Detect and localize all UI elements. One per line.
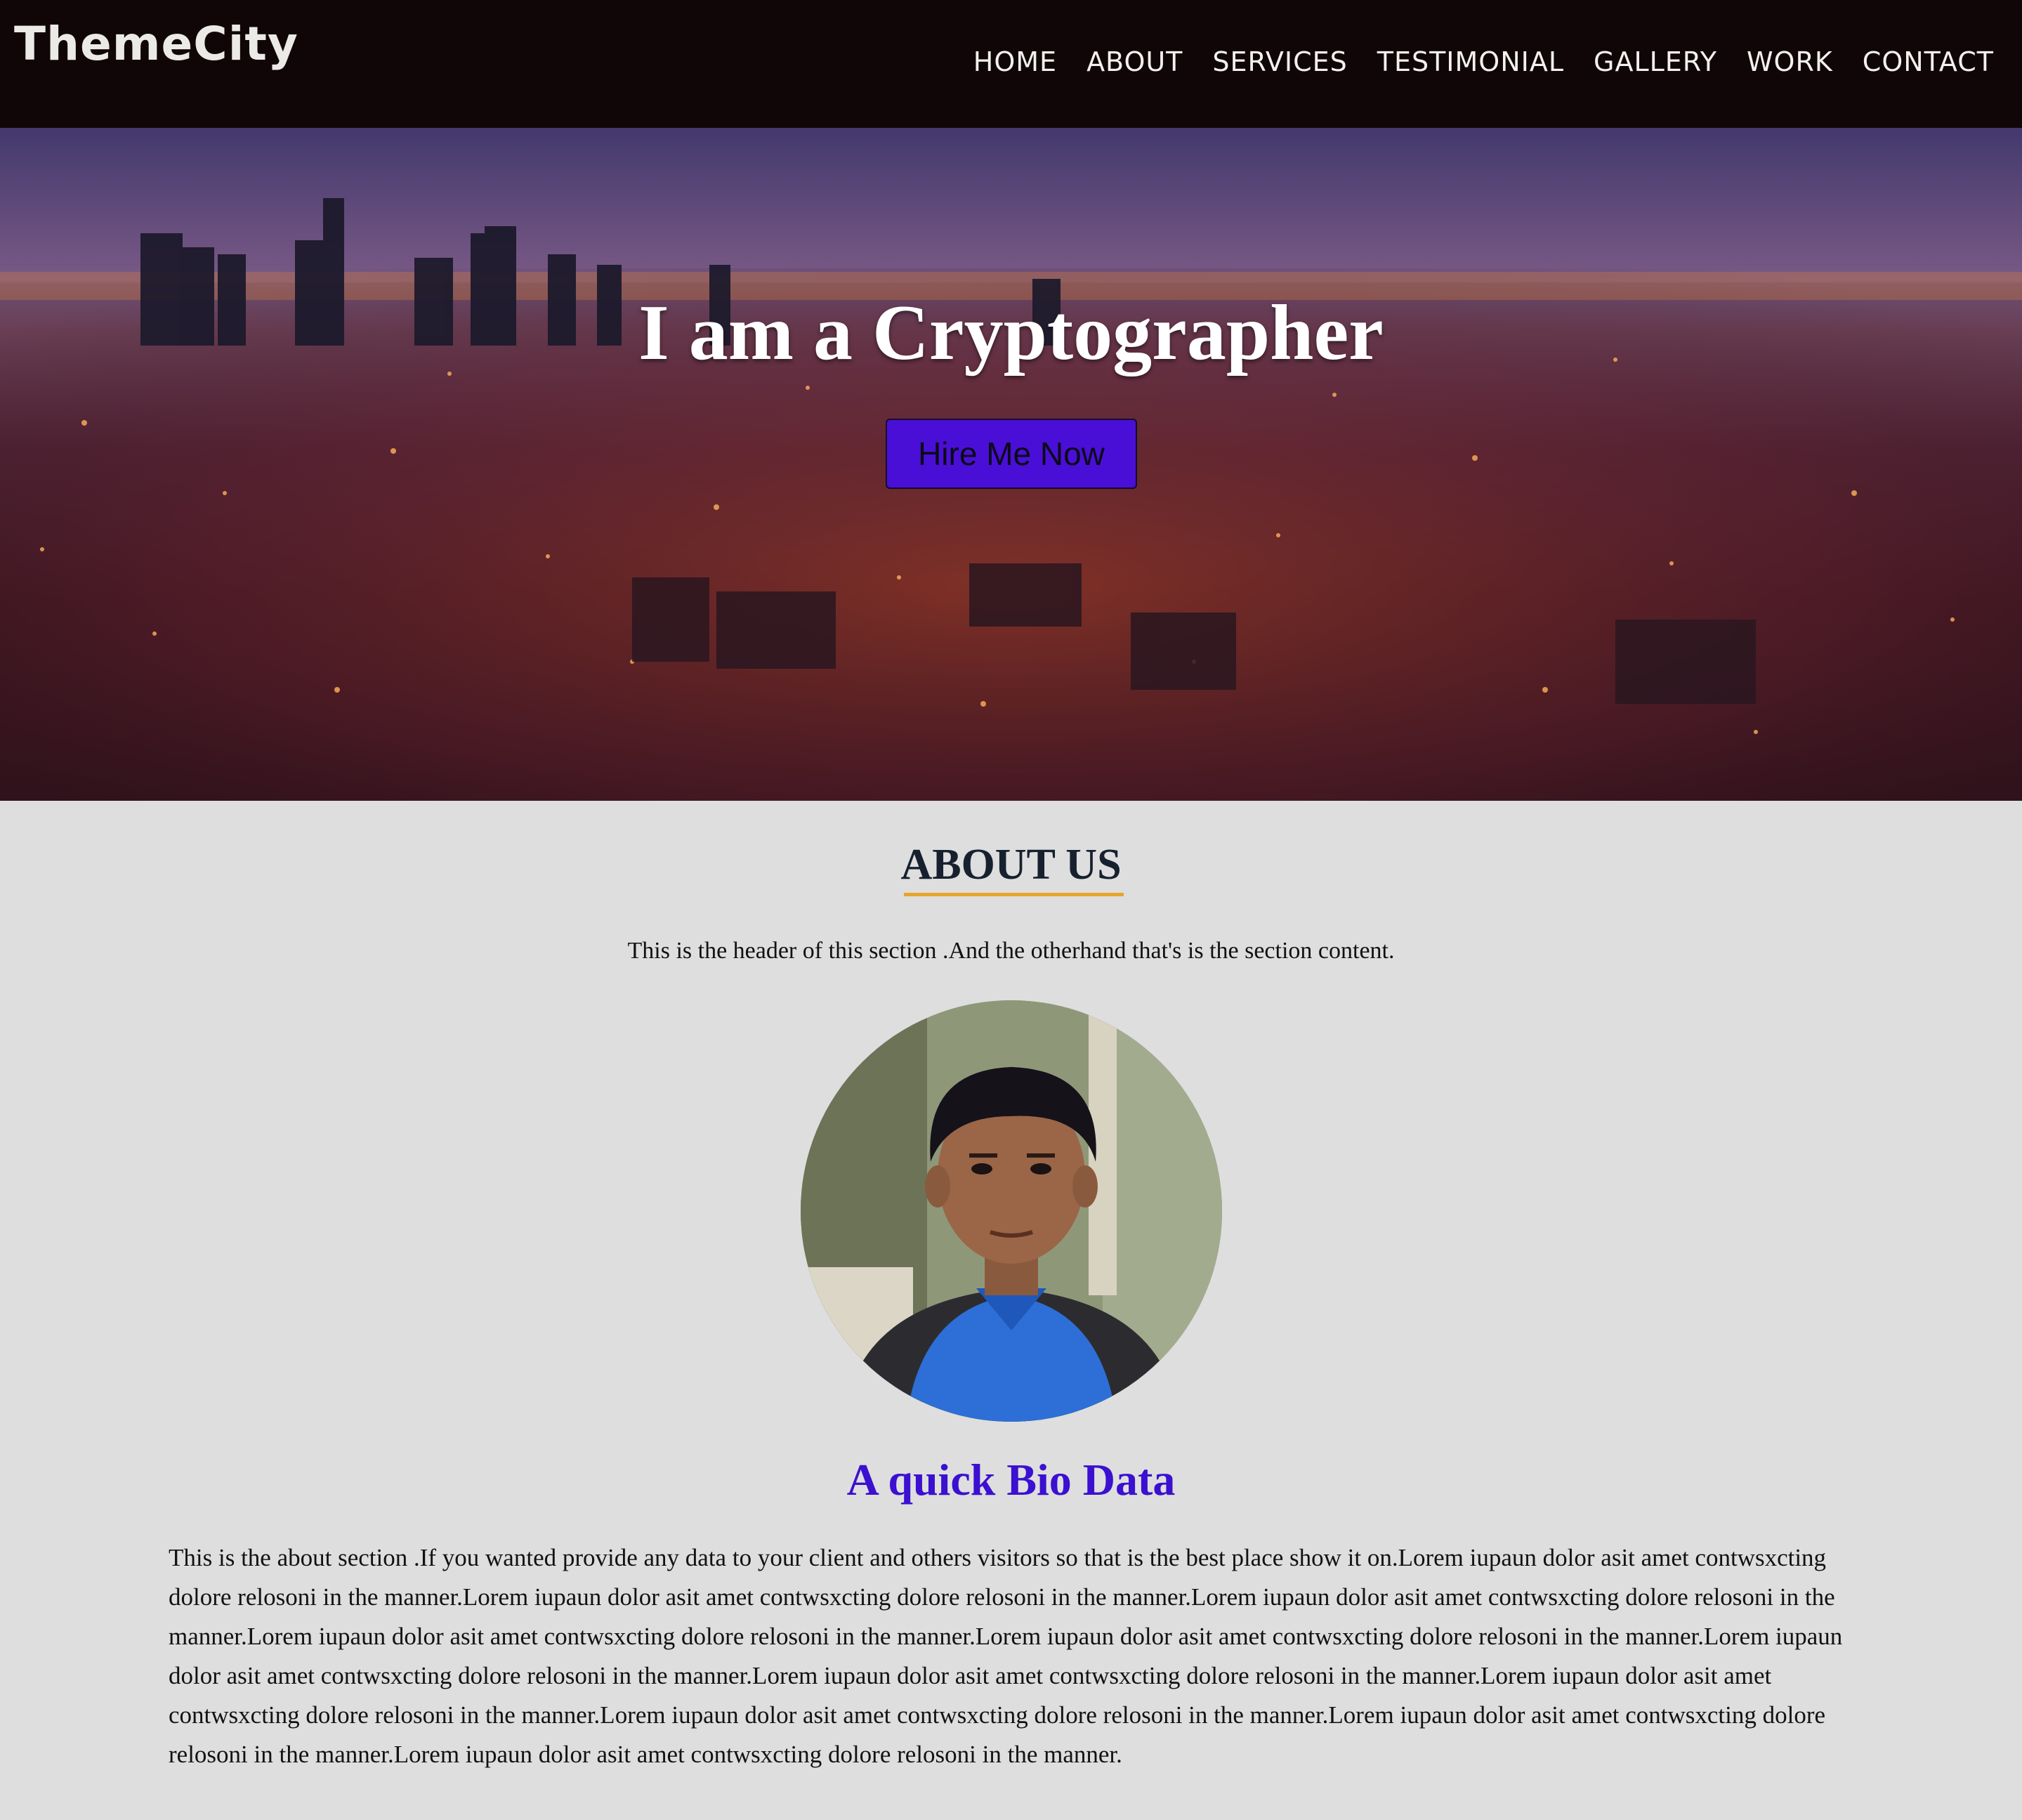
nav-link-testimonial[interactable]: TESTIMONIAL: [1377, 46, 1564, 77]
section-title: ABOUT US: [900, 841, 1122, 889]
nav-link-gallery[interactable]: GALLERY: [1594, 46, 1717, 77]
title-underline: [904, 893, 1124, 896]
nav-link-home[interactable]: HOME: [973, 46, 1057, 77]
main-nav: HOME ABOUT SERVICES TESTIMONIAL GALLERY …: [973, 46, 1994, 77]
profile-photo: [801, 1000, 1222, 1422]
profile-portrait-image: [801, 1000, 1222, 1422]
nav-link-about[interactable]: ABOUT: [1087, 46, 1183, 77]
section-subtitle: This is the header of this section .And …: [627, 938, 1395, 964]
nav-link-work[interactable]: WORK: [1747, 46, 1833, 77]
hire-me-button[interactable]: Hire Me Now: [886, 419, 1137, 489]
hero-title: I am a Cryptographer: [638, 289, 1384, 377]
nav-link-contact[interactable]: CONTACT: [1863, 46, 1994, 77]
bio-paragraph: This is the about section .If you wanted…: [169, 1544, 1843, 1768]
brand-logo[interactable]: ThemeCity: [14, 17, 298, 71]
hero-banner: I am a Cryptographer Hire Me Now: [0, 128, 2022, 801]
nav-link-services[interactable]: SERVICES: [1212, 46, 1347, 77]
bio-title: A quick Bio Data: [846, 1455, 1176, 1505]
navbar: ThemeCity HOME ABOUT SERVICES TESTIMONIA…: [0, 0, 2022, 128]
